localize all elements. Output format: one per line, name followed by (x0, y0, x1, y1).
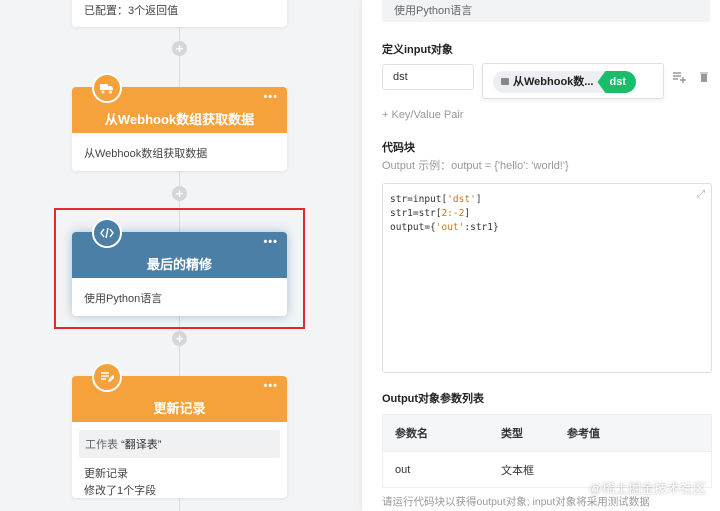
code-line: str=input['dst'] (390, 194, 482, 205)
more-icon[interactable]: ••• (263, 380, 278, 392)
refine-node-title: 最后的精修 (146, 257, 212, 272)
language-field[interactable]: 使用Python语言 (382, 0, 710, 22)
code-editor[interactable]: ⤢ str=input['dst'] str1=str[2:-2] output… (382, 183, 712, 373)
update-line: 更新记录 (84, 468, 128, 480)
sheet-row: 工作表 “翻译表” (79, 430, 280, 458)
add-step-button[interactable]: + (172, 186, 187, 201)
value-chip[interactable]: 从Webhook数... dst (493, 71, 636, 93)
add-row-icon[interactable] (668, 66, 690, 88)
table-header: 参数名 类型 参考值 (383, 415, 711, 451)
code-icon (92, 218, 122, 248)
truck-icon (92, 73, 122, 103)
update-fields-count: 修改了1个字段 (84, 485, 157, 497)
previous-node-summary: 已配置：3个返回值 (84, 5, 179, 17)
input-value-field[interactable]: 从Webhook数... dst (482, 63, 664, 99)
more-icon[interactable]: ••• (263, 236, 278, 248)
output-section-title: Output对象参数列表 (382, 393, 485, 405)
code-section-title: 代码块 (382, 142, 415, 154)
add-step-button[interactable]: + (172, 41, 187, 56)
update-node-body: 工作表 “翻译表” 更新记录 修改了1个字段 (72, 422, 287, 508)
delete-icon[interactable] (693, 66, 715, 88)
sheet-name: “翻译表” (121, 439, 162, 451)
input-key-field[interactable]: dst (382, 64, 474, 90)
webhook-node-description: 从Webhook数组获取数据 (84, 148, 208, 160)
column-header: 参考值 (567, 428, 600, 440)
previous-node[interactable]: 已配置：3个返回值 (72, 0, 287, 27)
flow-canvas: 已配置：3个返回值 + ••• 从Webhook数组获取数据 从Webhook数… (0, 0, 362, 511)
code-line: str1=str[2:-2] (390, 208, 471, 219)
webhook-node-title: 从Webhook数组获取数据 (104, 112, 255, 127)
output-table: 参数名 类型 参考值 out 文本框 (382, 414, 712, 488)
chip-source: 从Webhook数... (513, 76, 594, 88)
more-icon[interactable]: ••• (263, 91, 278, 103)
code-line: output={'out':str1} (390, 222, 499, 233)
chat-icon (501, 78, 509, 85)
code-hint: Output 示例：output = {'hello': 'world!'} (382, 160, 569, 172)
expand-icon[interactable]: ⤢ (697, 188, 705, 202)
sheet-prefix: 工作表 (85, 439, 118, 451)
edit-list-icon (92, 362, 122, 392)
input-section-title: 定义input对象 (382, 44, 453, 56)
update-node-title: 更新记录 (153, 401, 206, 416)
refine-node-description: 使用Python语言 (84, 293, 163, 305)
column-header: 参数名 (395, 428, 428, 440)
column-header: 类型 (501, 428, 523, 440)
add-key-value-link[interactable]: + Key/Value Pair (382, 109, 463, 121)
param-name: out (395, 463, 411, 476)
param-type: 文本框 (501, 464, 534, 477)
update-record-node[interactable]: ••• 更新记录 工作表 “翻译表” 更新记录 修改了1个字段 (72, 376, 287, 498)
chip-field-tag: dst (597, 71, 636, 93)
add-step-button[interactable]: + (172, 331, 187, 346)
config-panel: 使用Python语言 定义input对象 dst 从Webhook数... ds… (362, 0, 720, 511)
watermark: @稀土掘金技术社区 (588, 481, 706, 496)
